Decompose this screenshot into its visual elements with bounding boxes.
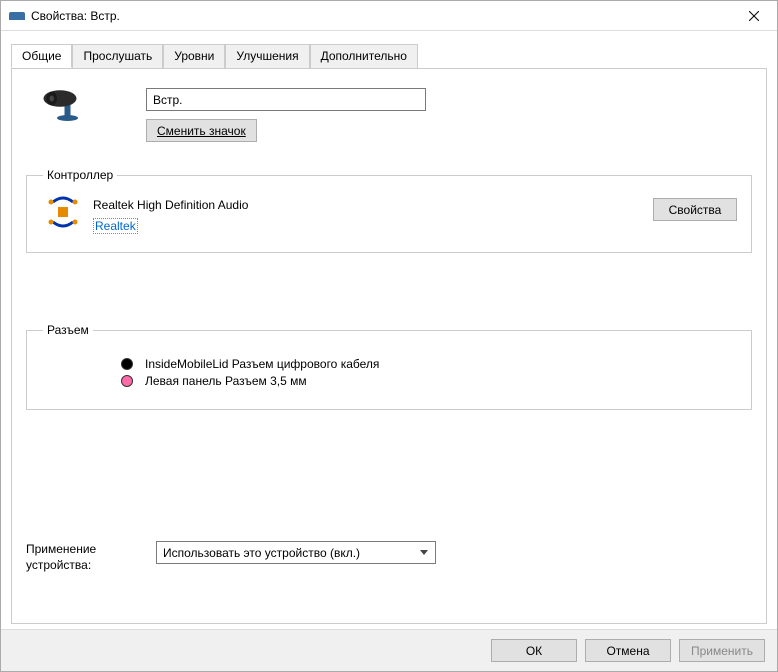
window-title: Свойства: Встр. [31,9,731,23]
tab-enhancements[interactable]: Улучшения [225,44,309,68]
controller-properties-button[interactable]: Свойства [653,198,737,221]
controller-name: Realtek High Definition Audio [93,198,248,212]
jack-group: Разъем InsideMobileLid Разъем цифрового … [26,323,752,410]
controller-legend: Контроллер [43,168,117,182]
realtek-icon [47,196,79,228]
titlebar: Свойства: Встр. [1,1,777,31]
tab-general[interactable]: Общие [11,44,72,68]
ok-button[interactable]: ОК [491,639,577,662]
controller-group: Контроллер Realtek High Definition Audio [26,168,752,253]
tab-advanced[interactable]: Дополнительно [310,44,418,68]
controller-vendor-link[interactable]: Realtek [93,218,138,234]
change-icon-button[interactable]: Сменить значок [146,119,257,142]
device-usage-row: Применение устройства: Использовать это … [26,541,436,573]
device-name-input[interactable] [146,88,426,111]
jack-item: Левая панель Разъем 3,5 мм [121,374,739,388]
change-icon-label: Сменить значок [157,124,246,138]
jack-color-icon [121,375,133,387]
sound-device-icon [9,12,25,20]
jack-legend: Разъем [43,323,93,337]
tab-panel-general: Сменить значок Контроллер [11,68,767,624]
tab-listen[interactable]: Прослушать [72,44,163,68]
jack-item: InsideMobileLid Разъем цифрового кабеля [121,357,739,371]
jack-list: InsideMobileLid Разъем цифрового кабеля … [121,357,739,388]
device-usage-select[interactable]: Использовать это устройство (вкл.) [156,541,436,564]
apply-button[interactable]: Применить [679,639,765,662]
jack-label: InsideMobileLid Разъем цифрового кабеля [145,357,379,371]
tab-levels[interactable]: Уровни [163,44,225,68]
dialog-footer: ОК Отмена Применить [1,629,777,671]
jack-label: Левая панель Разъем 3,5 мм [145,374,307,388]
jack-color-icon [121,358,133,370]
tab-strip: Общие Прослушать Уровни Улучшения Дополн… [11,44,767,69]
device-usage-label: Применение устройства: [26,541,156,573]
device-icon [42,88,106,127]
cancel-button[interactable]: Отмена [585,639,671,662]
close-icon [749,11,759,21]
close-button[interactable] [731,1,777,31]
